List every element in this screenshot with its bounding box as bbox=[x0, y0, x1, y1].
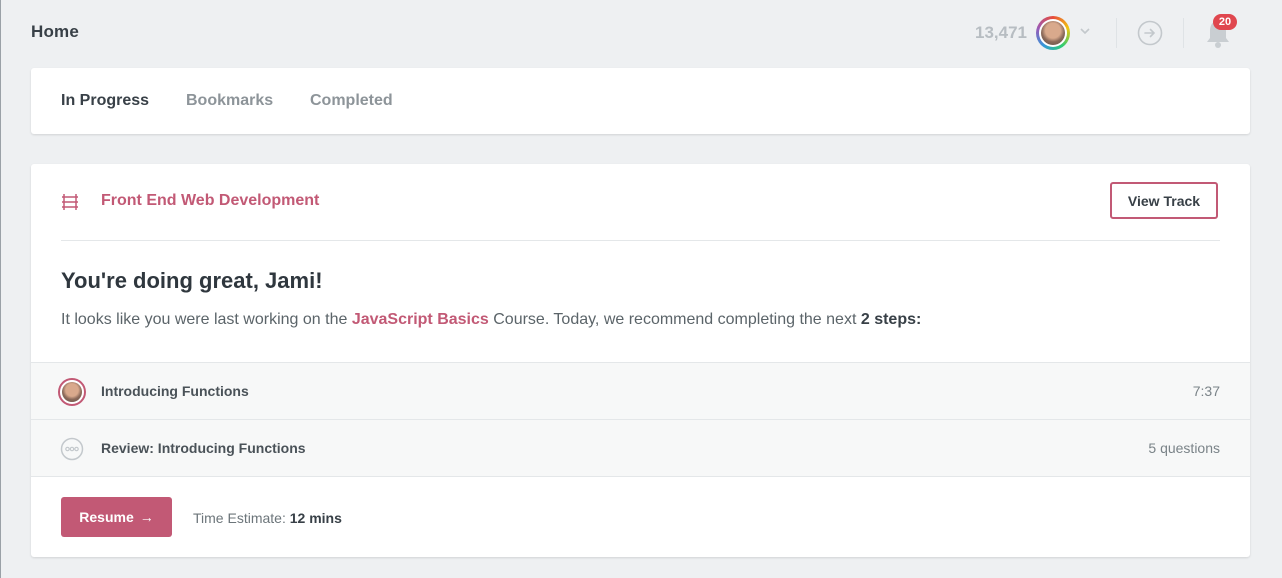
greeting-heading: You're doing great, Jami! bbox=[61, 268, 323, 293]
avatar-ring-inner bbox=[1039, 19, 1067, 47]
resume-button[interactable]: Resume → bbox=[61, 497, 172, 537]
rec-steps-count: 2 steps: bbox=[860, 311, 922, 328]
header-separator bbox=[1183, 18, 1184, 48]
estimate-label: Time Estimate: bbox=[193, 510, 290, 526]
divider bbox=[31, 476, 1250, 477]
sign-out-icon[interactable] bbox=[1137, 20, 1163, 46]
window-border bbox=[0, 0, 1, 578]
resume-label: Resume bbox=[79, 509, 134, 525]
estimate-value: 12 mins bbox=[289, 510, 342, 526]
step-title[interactable]: Introducing Functions bbox=[101, 383, 249, 399]
step-question-count: 5 questions bbox=[1148, 440, 1220, 456]
rec-middle: Course. Today, we recommend completing t… bbox=[488, 311, 861, 328]
video-avatar-icon bbox=[58, 378, 86, 406]
view-track-button[interactable]: View Track bbox=[1110, 182, 1218, 219]
quiz-dots-icon bbox=[60, 437, 84, 461]
step-duration: 7:37 bbox=[1192, 383, 1220, 399]
points-total: 13,471 bbox=[975, 23, 1027, 42]
step-row[interactable]: Introducing Functions 7:37 bbox=[31, 362, 1250, 420]
divider bbox=[61, 240, 1220, 241]
tab-in-progress[interactable]: In Progress bbox=[61, 92, 149, 110]
tab-bookmarks[interactable]: Bookmarks bbox=[186, 92, 273, 110]
progress-card: Front End Web Development View Track You… bbox=[31, 164, 1250, 557]
rec-prefix: It looks like you were last working on t… bbox=[61, 311, 352, 328]
time-estimate: Time Estimate: 12 mins bbox=[193, 510, 342, 526]
recommendation-text: It looks like you were last working on t… bbox=[61, 311, 921, 329]
header-separator bbox=[1116, 18, 1117, 48]
arrow-right-icon: → bbox=[139, 509, 154, 525]
avatar-image bbox=[1041, 21, 1065, 45]
instructor-avatar bbox=[62, 382, 82, 402]
tabs-bar: In Progress Bookmarks Completed bbox=[31, 68, 1250, 134]
user-avatar[interactable] bbox=[1036, 16, 1070, 50]
chevron-down-icon[interactable] bbox=[1078, 24, 1092, 38]
top-bar: Home 13,471 20 bbox=[0, 0, 1282, 64]
step-title[interactable]: Review: Introducing Functions bbox=[101, 440, 306, 456]
tab-completed[interactable]: Completed bbox=[310, 92, 393, 110]
track-title-link[interactable]: Front End Web Development bbox=[101, 192, 319, 210]
course-link[interactable]: JavaScript Basics bbox=[352, 311, 489, 328]
step-row[interactable]: Review: Introducing Functions 5 question… bbox=[31, 419, 1250, 477]
notification-badge: 20 bbox=[1213, 14, 1237, 30]
page-title: Home bbox=[31, 22, 80, 41]
track-icon bbox=[62, 194, 78, 210]
